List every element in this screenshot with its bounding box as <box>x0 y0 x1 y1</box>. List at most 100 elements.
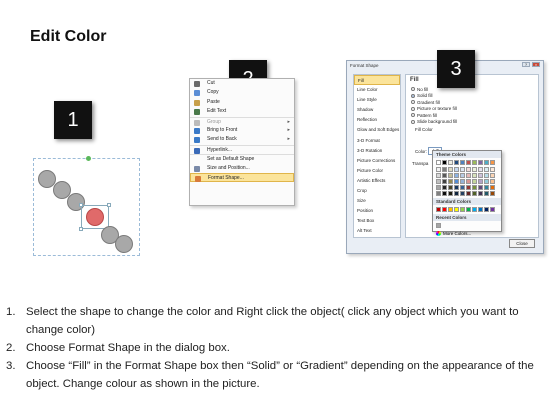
menu-item-edit-text[interactable]: Edit Text <box>190 107 294 116</box>
nav-item-line-color[interactable]: Line Color <box>354 85 400 95</box>
color-swatch[interactable] <box>442 191 447 196</box>
color-swatch[interactable] <box>448 160 453 165</box>
color-swatch[interactable] <box>484 167 489 172</box>
color-swatch[interactable] <box>472 207 477 212</box>
color-swatch[interactable] <box>484 207 489 212</box>
fill-option-solid-fill[interactable]: Solid fill <box>411 93 433 99</box>
nav-item-position[interactable]: Position <box>354 206 400 216</box>
color-swatch[interactable] <box>484 185 489 190</box>
color-swatch[interactable] <box>454 173 459 178</box>
fill-option-pattern-fill[interactable]: Pattern fill <box>411 112 437 118</box>
nav-item-fill[interactable]: Fill <box>354 75 400 86</box>
menu-item-send-to-back[interactable]: Send to Back ▸ <box>190 135 294 144</box>
color-swatch[interactable] <box>436 207 441 212</box>
color-swatch[interactable] <box>460 207 465 212</box>
nav-item-text-box[interactable]: Text Box <box>354 216 400 226</box>
color-swatch[interactable] <box>436 191 441 196</box>
menu-item-set-as-default-shape[interactable]: Set as Default Shape <box>190 154 294 163</box>
resize-handle[interactable] <box>79 203 83 207</box>
color-swatch[interactable] <box>490 179 495 184</box>
nav-item-picture-color[interactable]: Picture Color <box>354 166 400 176</box>
menu-item-group[interactable]: Group ▸ <box>190 116 294 126</box>
color-swatch[interactable] <box>442 185 447 190</box>
close-window-button[interactable]: × <box>532 62 540 67</box>
help-button[interactable]: ? <box>522 62 530 67</box>
color-swatch[interactable] <box>478 167 483 172</box>
color-swatch[interactable] <box>472 160 477 165</box>
color-swatch[interactable] <box>490 185 495 190</box>
menu-item-size-and-position[interactable]: Size and Position... <box>190 164 294 173</box>
color-swatch[interactable] <box>448 191 453 196</box>
color-swatch[interactable] <box>472 191 477 196</box>
color-swatch[interactable] <box>478 179 483 184</box>
color-swatch[interactable] <box>448 207 453 212</box>
color-swatch[interactable] <box>490 167 495 172</box>
color-swatch[interactable] <box>484 160 489 165</box>
menu-item-bring-to-front[interactable]: Bring to Front ▸ <box>190 126 294 135</box>
radio-button[interactable] <box>411 113 415 117</box>
color-swatch[interactable] <box>478 160 483 165</box>
resize-handle[interactable] <box>107 203 111 207</box>
color-swatch[interactable] <box>448 167 453 172</box>
color-swatch[interactable] <box>466 179 471 184</box>
more-colors-item[interactable]: More Colors... <box>433 230 501 237</box>
color-swatch[interactable] <box>466 167 471 172</box>
menu-item-paste[interactable]: Paste <box>190 98 294 107</box>
color-swatch[interactable] <box>460 185 465 190</box>
color-swatch[interactable] <box>448 173 453 178</box>
color-swatch[interactable] <box>436 160 441 165</box>
resize-handle[interactable] <box>79 227 83 231</box>
nav-item-picture-corrections[interactable]: Picture Corrections <box>354 156 400 166</box>
radio-button[interactable] <box>411 119 415 124</box>
color-swatch[interactable] <box>454 179 459 184</box>
nav-item-alt-text[interactable]: Alt Text <box>354 226 400 236</box>
color-swatch[interactable] <box>478 191 483 196</box>
radio-button[interactable] <box>411 106 415 111</box>
nav-item-shadow[interactable]: Shadow <box>354 105 400 115</box>
color-swatch[interactable] <box>466 191 471 196</box>
rotation-handle[interactable] <box>86 156 91 161</box>
radio-button[interactable] <box>411 100 415 104</box>
close-button[interactable]: Close <box>509 239 535 248</box>
nav-item-3-d-format[interactable]: 3-D Format <box>354 136 400 146</box>
menu-item-cut[interactable]: Cut <box>190 79 294 88</box>
color-swatch[interactable] <box>442 167 447 172</box>
color-swatch[interactable] <box>454 207 459 212</box>
fill-option-slide-background-fill[interactable]: Slide background fill <box>411 119 457 125</box>
color-swatch[interactable] <box>442 160 447 165</box>
nav-item-crop[interactable]: Crop <box>354 186 400 196</box>
fill-option-no-fill[interactable]: No fill <box>411 86 428 92</box>
menu-item-format-shape[interactable]: Format Shape... <box>190 172 294 183</box>
color-swatch[interactable] <box>454 185 459 190</box>
color-swatch[interactable] <box>490 173 495 178</box>
color-swatch[interactable] <box>466 185 471 190</box>
selected-red-circle-shape[interactable] <box>86 208 104 226</box>
nav-item-3-d-rotation[interactable]: 3-D Rotation <box>354 146 400 156</box>
color-swatch[interactable] <box>436 223 441 228</box>
color-swatch[interactable] <box>490 207 495 212</box>
color-swatch[interactable] <box>454 160 459 165</box>
color-swatch[interactable] <box>490 160 495 165</box>
color-swatch[interactable] <box>436 179 441 184</box>
color-swatch[interactable] <box>478 185 483 190</box>
color-swatch[interactable] <box>454 191 459 196</box>
nav-item-reflection[interactable]: Reflection <box>354 115 400 125</box>
color-swatch[interactable] <box>442 207 447 212</box>
color-swatch[interactable] <box>460 173 465 178</box>
nav-item-line-style[interactable]: Line Style <box>354 95 400 105</box>
menu-item-hyperlink[interactable]: Hyperlink... <box>190 144 294 154</box>
color-swatch[interactable] <box>478 173 483 178</box>
nav-item-artistic-effects[interactable]: Artistic Effects <box>354 176 400 186</box>
color-swatch[interactable] <box>478 207 483 212</box>
color-swatch[interactable] <box>454 167 459 172</box>
color-swatch[interactable] <box>442 179 447 184</box>
color-swatch[interactable] <box>460 179 465 184</box>
radio-button[interactable] <box>411 87 415 91</box>
radio-button[interactable] <box>411 93 415 98</box>
nav-item-glow-and-soft-edges[interactable]: Glow and Soft Edges <box>354 125 400 135</box>
color-swatch[interactable] <box>472 179 477 184</box>
color-swatch[interactable] <box>466 173 471 178</box>
color-swatch[interactable] <box>472 173 477 178</box>
fill-option-picture-or-texture-fill[interactable]: Picture or texture fill <box>411 106 457 112</box>
color-swatch[interactable] <box>436 173 441 178</box>
